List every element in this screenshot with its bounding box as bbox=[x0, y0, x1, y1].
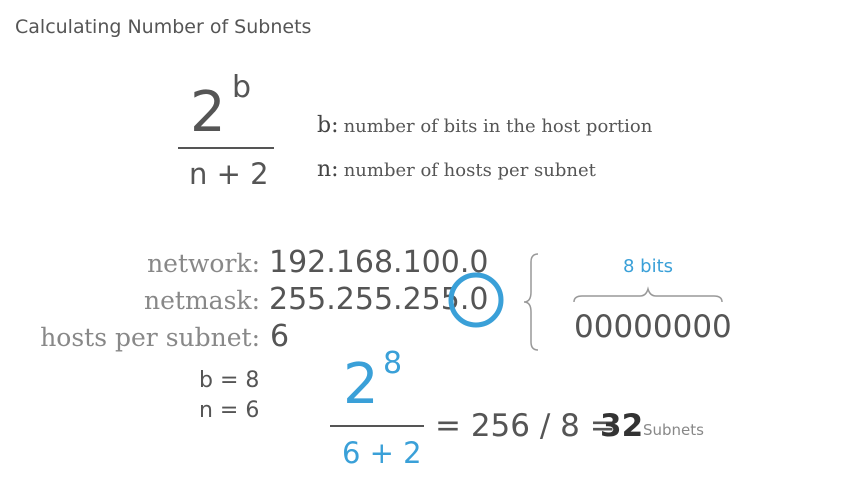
network-label: network: bbox=[147, 249, 260, 278]
left-brace-icon bbox=[523, 253, 539, 351]
legend-n-desc: number of hosts per subnet bbox=[343, 160, 596, 181]
legend-b-desc: number of bits in the host portion bbox=[343, 116, 653, 137]
calc-unit: Subnets bbox=[643, 421, 704, 439]
calc-denominator: 6 + 2 bbox=[342, 436, 422, 470]
calc-result: 32 bbox=[600, 408, 644, 444]
legend-n: n: number of hosts per subnet bbox=[317, 157, 596, 182]
legend-b: b: number of bits in the host portion bbox=[317, 113, 652, 138]
var-n: n = 6 bbox=[199, 398, 260, 423]
hosts-per-subnet-value: 6 bbox=[270, 319, 290, 354]
netmask-label: netmask: bbox=[144, 286, 260, 315]
legend-n-key: n: bbox=[317, 157, 339, 182]
calc-fraction-line bbox=[330, 425, 424, 427]
page-title: Calculating Number of Subnets bbox=[15, 16, 312, 38]
var-b: b = 8 bbox=[199, 368, 260, 393]
netmask-prefix: 255.255.255. bbox=[269, 282, 470, 317]
calc-exponent: 8 bbox=[383, 346, 403, 381]
overbrace-icon bbox=[573, 286, 723, 303]
highlight-circle bbox=[448, 272, 504, 328]
bits-label: 8 bits bbox=[623, 256, 674, 277]
legend-b-key: b: bbox=[317, 113, 339, 138]
calc-base: 2 bbox=[343, 352, 379, 417]
binary-value: 00000000 bbox=[574, 309, 732, 345]
formula-fraction-line bbox=[178, 147, 274, 149]
hosts-per-subnet-label: hosts per subnet: bbox=[40, 323, 260, 352]
calc-equation: = 256 / 8 = bbox=[435, 408, 616, 444]
formula-base: 2 bbox=[190, 80, 226, 145]
formula-exponent: b bbox=[232, 70, 252, 105]
formula-denominator: n + 2 bbox=[189, 157, 269, 191]
